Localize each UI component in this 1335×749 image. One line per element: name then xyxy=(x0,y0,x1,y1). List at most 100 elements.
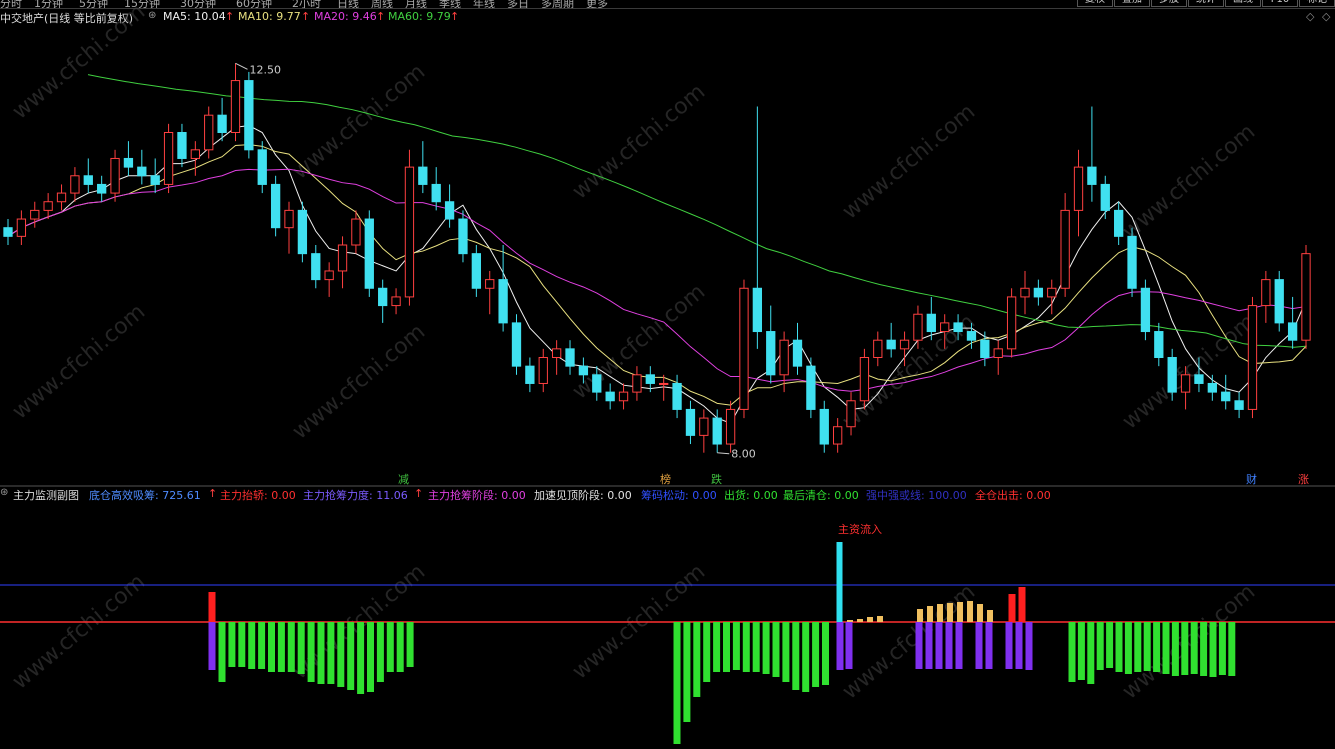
green-bar xyxy=(673,622,681,744)
ma20-line xyxy=(7,168,1307,392)
candle-body xyxy=(592,374,602,393)
ma5-line xyxy=(7,125,1307,424)
candle-body xyxy=(645,374,655,384)
green-bar xyxy=(248,622,256,669)
candle-body xyxy=(1287,322,1298,341)
purple-bar xyxy=(208,622,216,670)
candle-body xyxy=(204,114,214,151)
candle-body xyxy=(270,183,281,229)
green-bar xyxy=(752,622,760,672)
candle-body xyxy=(779,339,789,376)
green-bar xyxy=(238,622,246,667)
candle-body xyxy=(966,331,977,341)
watermark-text: www.cfchi.com xyxy=(8,0,150,125)
candle-body xyxy=(16,218,27,237)
candle-body xyxy=(284,209,294,229)
low-pointer xyxy=(717,452,730,455)
green-bar xyxy=(277,622,285,672)
watermark-text: www.cfchi.com xyxy=(568,79,710,204)
yellow-bar xyxy=(977,604,983,622)
yellow-bar xyxy=(867,617,873,622)
candle-body xyxy=(418,166,428,185)
green-bar xyxy=(703,622,711,682)
green-bar xyxy=(258,622,266,669)
candle-body xyxy=(3,227,13,237)
event-marker: 跌 xyxy=(711,472,722,486)
candle-body xyxy=(217,114,227,133)
green-bar xyxy=(317,622,325,684)
candle-body xyxy=(1247,305,1258,410)
candle-body xyxy=(859,357,870,402)
green-bar xyxy=(1200,622,1208,676)
green-bar xyxy=(1068,622,1076,682)
green-bar xyxy=(683,622,691,722)
green-bar xyxy=(406,622,414,667)
candle-body xyxy=(886,339,896,350)
purple-bar xyxy=(845,622,853,669)
candle-body xyxy=(565,348,575,367)
green-bar xyxy=(822,622,829,685)
watermark-text: www.cfchi.com xyxy=(288,59,430,184)
candle-body xyxy=(364,218,374,289)
candle-body xyxy=(578,365,589,376)
green-bar xyxy=(337,622,345,687)
candle-body xyxy=(699,417,709,436)
candle-body xyxy=(190,149,200,159)
event-marker: 减 xyxy=(398,473,409,486)
candle-body xyxy=(485,279,495,289)
candle-body xyxy=(913,313,923,341)
yellow-bar xyxy=(967,601,973,622)
candle-body xyxy=(672,382,682,410)
yellow-bar xyxy=(987,610,993,622)
candle-body xyxy=(792,339,803,367)
watermark-text: www.cfchi.com xyxy=(8,569,150,694)
red-bar xyxy=(1018,587,1026,622)
candle-body xyxy=(1114,209,1124,237)
candle-body xyxy=(712,417,722,445)
watermark-text: www.cfchi.com xyxy=(288,319,430,444)
candle-body xyxy=(1033,287,1044,298)
green-bar xyxy=(386,622,394,672)
candle-body xyxy=(1100,183,1110,211)
green-bar xyxy=(1134,622,1142,672)
green-bar xyxy=(1153,622,1161,672)
inflow-label: 主资流入 xyxy=(838,522,882,536)
candle-body xyxy=(324,270,334,281)
green-bar xyxy=(1218,622,1226,675)
candle-body xyxy=(525,365,535,384)
red-bar xyxy=(208,592,216,622)
green-bar xyxy=(1115,622,1123,672)
candle-body xyxy=(431,183,441,203)
candle-body xyxy=(739,287,749,410)
candle-body xyxy=(846,400,856,428)
candle-body xyxy=(163,132,174,185)
yellow-bar xyxy=(847,620,853,622)
candle-body xyxy=(551,348,562,359)
candle-body xyxy=(471,253,481,289)
candle-body xyxy=(337,244,348,272)
green-bar xyxy=(1162,622,1170,674)
candle-body xyxy=(311,253,321,281)
candle-body xyxy=(391,296,401,307)
purple-bar xyxy=(915,622,923,669)
candle-body xyxy=(538,357,548,384)
purple-bar xyxy=(955,622,963,669)
candle-body xyxy=(444,201,455,220)
purple-bar xyxy=(1015,622,1023,669)
candle-body xyxy=(659,382,669,385)
green-bar xyxy=(218,622,226,682)
candle-body xyxy=(83,175,93,185)
green-bar xyxy=(357,622,365,694)
green-bar xyxy=(792,622,800,690)
watermark-text: www.cfchi.com xyxy=(838,99,980,224)
candle-body xyxy=(725,408,736,445)
watermark-text: www.cfchi.com xyxy=(1118,119,1260,244)
purple-bar xyxy=(1025,622,1033,670)
candle-body xyxy=(43,201,53,211)
red-bar xyxy=(1008,594,1016,622)
candle-body xyxy=(1221,391,1231,402)
kline-chart[interactable]: www.cfchi.com www.cfchi.com www.cfchi.com w… xyxy=(0,0,1335,749)
yellow-bar xyxy=(927,606,933,622)
yellow-bar xyxy=(957,602,963,622)
green-bar xyxy=(693,622,701,697)
